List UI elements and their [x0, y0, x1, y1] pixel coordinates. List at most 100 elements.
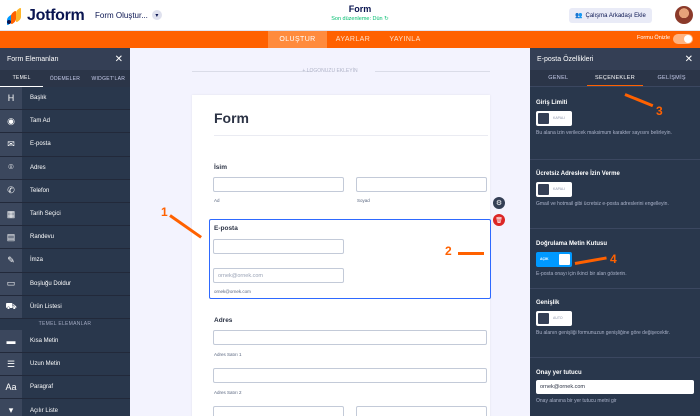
- tab-settings[interactable]: AYARLAR: [327, 31, 379, 48]
- address-line1-sublabel: Adres Satırı 1: [214, 352, 242, 357]
- chevron-down-icon: ▾: [151, 10, 162, 20]
- appointment-icon: ▤: [0, 226, 22, 249]
- builder-nav: OLUŞTUR AYARLAR YAYINLA Formu Önizle: [0, 31, 700, 48]
- element-label: Tarih Seçici: [30, 211, 61, 218]
- free-address-toggle[interactable]: KAPALI: [536, 182, 572, 197]
- brand-name: Jotform: [27, 7, 85, 24]
- element-label: Ürün Listesi: [30, 303, 62, 310]
- long-text-icon: ☰: [0, 353, 22, 376]
- entry-limit-toggle[interactable]: KAPALI: [536, 111, 572, 126]
- annotation-3: 3: [656, 104, 663, 118]
- last-name-input[interactable]: [356, 177, 487, 192]
- element-label: Boşluğu Doldur: [30, 280, 72, 287]
- element-item-short-text[interactable]: ▬ Kısa Metin: [0, 329, 130, 354]
- name-label: İsim: [214, 164, 228, 171]
- panel-title: Form Elemanları: [7, 55, 59, 63]
- location-icon: ⌾: [0, 156, 22, 179]
- heading-icon: H: [0, 87, 22, 110]
- element-item-dropdown[interactable]: ▾ Açılır Liste: [0, 399, 130, 416]
- confirm-textbox-title: Doğrulama Metin Kutusu: [536, 241, 608, 247]
- tab-build[interactable]: OLUŞTUR: [268, 31, 327, 48]
- address-label: Adres: [214, 317, 233, 324]
- element-list: H Başlık ◉ Tam Ad ✉ E-posta ⌾ Adres ✆ Telefon ▦ Tar…: [0, 87, 130, 319]
- element-label: Uzun Metin: [30, 361, 61, 368]
- team-icon: 👥: [575, 13, 583, 19]
- address-line2-sublabel: Adres Satırı 2: [214, 390, 242, 395]
- element-label: Paragraf: [30, 384, 54, 391]
- element-item-calendar[interactable]: ▦ Tarih Seçici: [0, 202, 130, 227]
- element-item-signature[interactable]: ✎ İmza: [0, 249, 130, 273]
- elements-tabs: TEMEL ÖDEMELER WIDGET'LAR: [0, 70, 130, 87]
- element-label: Başlık: [30, 95, 47, 102]
- properties-tabs: GENEL SEÇENEKLER GELİŞMİŞ: [530, 70, 700, 87]
- close-icon[interactable]: ✕: [115, 54, 123, 65]
- divider: [214, 135, 488, 136]
- preview-toggle[interactable]: [673, 34, 693, 44]
- confirm-placeholder-desc: Onay alanına bir yer tutucu metni gir: [536, 398, 617, 404]
- tab-publish[interactable]: YAYINLA: [379, 31, 431, 48]
- annotation-arrow-2: [458, 252, 484, 255]
- element-item-fill-blank[interactable]: ▭ Boşluğu Doldur: [0, 272, 130, 296]
- state-input[interactable]: [356, 406, 487, 416]
- panel-header: Form Elemanları ✕: [0, 48, 130, 70]
- confirm-placeholder-title: Onay yer tutucu: [536, 370, 582, 376]
- element-item-location[interactable]: ⌾ Adres: [0, 156, 130, 180]
- header-form-title: Form: [348, 4, 372, 14]
- width-toggle[interactable]: AUTO: [536, 311, 572, 326]
- address-line1-input[interactable]: [213, 330, 487, 345]
- close-icon[interactable]: ✕: [685, 54, 693, 65]
- add-logo-link[interactable]: + LOGONUZU EKLEYİN: [130, 68, 530, 74]
- element-item-cart[interactable]: ⛟ Ürün Listesi: [0, 295, 130, 319]
- form-heading[interactable]: Form: [214, 110, 249, 126]
- element-label: Randevu: [30, 234, 55, 241]
- app-window: Jotform Form Oluştur... ▾ Form Son düzen…: [0, 0, 700, 416]
- free-address-section: Ücretsiz Adreslere İzin Verme KAPALI Gma…: [536, 171, 694, 209]
- element-item-mail[interactable]: ✉ E-posta: [0, 133, 130, 157]
- annotation-2: 2: [445, 244, 452, 258]
- element-item-phone[interactable]: ✆ Telefon: [0, 179, 130, 203]
- form-name-dropdown[interactable]: Form Oluştur... ▾: [95, 10, 162, 20]
- user-icon: ◉: [0, 110, 22, 133]
- delete-field-button[interactable]: 🗑: [493, 214, 505, 226]
- fill-blank-icon: ▭: [0, 272, 22, 295]
- form-elements-panel: Form Elemanları ✕ TEMEL ÖDEMELER WIDGET'…: [0, 48, 130, 416]
- add-teammate-button[interactable]: 👥 Çalışma Arkadaşı Ekle: [569, 8, 652, 23]
- element-item-long-text[interactable]: ☰ Uzun Metin: [0, 353, 130, 377]
- element-label: Kısa Metin: [30, 337, 59, 344]
- confirm-placeholder-input[interactable]: ornek@ornek.com: [536, 380, 694, 394]
- tab-advanced[interactable]: GELİŞMİŞ: [643, 70, 700, 86]
- jotform-logo[interactable]: Jotform: [7, 6, 85, 27]
- tab-payments[interactable]: ÖDEMELER: [43, 70, 86, 87]
- top-bar: Jotform Form Oluştur... ▾ Form Son düzen…: [0, 0, 700, 31]
- field-properties-button[interactable]: ⚙: [493, 197, 505, 209]
- first-name-sublabel: Ad: [214, 198, 220, 203]
- tab-basic[interactable]: TEMEL: [0, 70, 44, 87]
- element-list-basic: ▬ Kısa Metin ☰ Uzun Metin Aa Paragraf ▾ Açılır …: [0, 329, 130, 416]
- element-label: Adres: [30, 164, 46, 171]
- element-item-paragraph[interactable]: Aa Paragraf: [0, 376, 130, 400]
- tab-widgets[interactable]: WIDGET'LAR: [87, 70, 130, 87]
- element-item-user[interactable]: ◉ Tam Ad: [0, 110, 130, 134]
- element-item-heading[interactable]: H Başlık: [0, 87, 130, 111]
- width-section: Genişlik AUTO Bu alanın genişliği formun…: [536, 300, 694, 338]
- element-item-appointment[interactable]: ▤ Randevu: [0, 226, 130, 250]
- properties-title: E-posta Özellikleri: [537, 55, 594, 63]
- entry-limit-section: Giriş Limiti KAPALI Bu alana izin verile…: [536, 100, 694, 138]
- free-address-title: Ücretsiz Adreslere İzin Verme: [536, 171, 620, 177]
- free-address-desc: Gmail ve hotmail gibi ücretsiz e-posta a…: [536, 201, 669, 207]
- tab-options[interactable]: SEÇENEKLER: [586, 70, 644, 86]
- first-name-input[interactable]: [213, 177, 344, 192]
- last-name-sublabel: Soyad: [357, 198, 370, 203]
- phone-icon: ✆: [0, 179, 22, 202]
- avatar[interactable]: [675, 6, 693, 24]
- tab-general[interactable]: GENEL: [530, 70, 587, 86]
- annotation-1: 1: [161, 205, 168, 219]
- refresh-icon: ↻: [384, 16, 389, 22]
- mail-icon: ✉: [0, 133, 22, 156]
- width-title: Genişlik: [536, 300, 560, 306]
- address-line2-input[interactable]: [213, 368, 487, 383]
- element-label: Tam Ad: [30, 118, 51, 125]
- city-input[interactable]: [213, 406, 344, 416]
- confirm-placeholder-section: Onay yer tutucu ornek@ornek.com Onay ala…: [536, 370, 694, 406]
- confirm-textbox-toggle[interactable]: AÇIK: [536, 252, 572, 267]
